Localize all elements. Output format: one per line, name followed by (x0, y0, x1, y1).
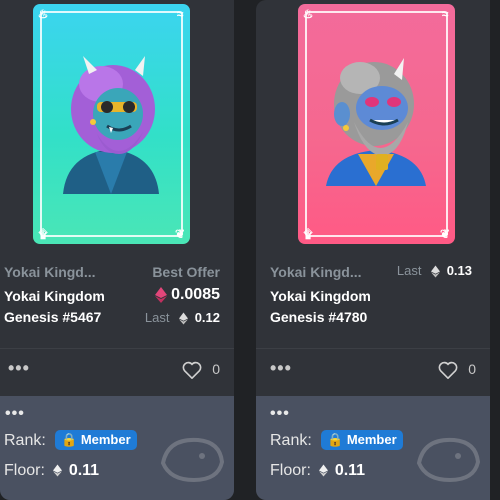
floor-label: Floor: (4, 462, 45, 479)
floor: Floor: 0.11 (4, 462, 99, 480)
card-footer: ••• Rank: 🔒 Member Floor: 0.11 (0, 396, 234, 500)
wave-icon: ≈ (176, 7, 184, 21)
whale-icon (416, 437, 481, 483)
fire-icon: ♨ (302, 7, 314, 21)
floor-label: Floor: (270, 462, 311, 479)
floor-value: 0.11 (68, 462, 100, 479)
rank-label: Rank: (270, 432, 312, 449)
ethereum-icon (431, 265, 441, 278)
leaf-icon: ❦ (439, 227, 451, 241)
last-sale: Last 0.13 (397, 263, 472, 278)
floor: Floor: 0.11 (270, 462, 365, 480)
nft-name[interactable]: Yokai Kingdom Genesis #5467 (4, 286, 134, 328)
ethereum-icon (319, 464, 329, 477)
favorite-button[interactable]: 0 (438, 361, 476, 380)
whale-icon (160, 437, 225, 483)
heart-icon (182, 362, 202, 380)
divider (256, 348, 490, 349)
swirl-icon: ۩ (38, 227, 48, 241)
last-sale-value: 0.12 (194, 310, 220, 325)
floor-value: 0.11 (334, 462, 366, 479)
last-sale: Last 0.12 (145, 310, 220, 325)
fire-icon: ♨ (37, 7, 49, 21)
more-icon[interactable]: ••• (270, 359, 292, 377)
last-sale-value: 0.13 (446, 263, 472, 278)
member-badge-label: Member (80, 432, 131, 447)
more-icon[interactable]: ••• (270, 406, 290, 422)
last-sale-label: Last (144, 310, 170, 325)
favorite-count: 0 (468, 361, 476, 377)
last-sale-label: Last (396, 263, 422, 278)
heart-icon (438, 362, 458, 380)
ethereum-icon (154, 286, 167, 303)
card-footer: ••• Rank: 🔒 Member Floor: 0.11 (256, 396, 490, 500)
divider (0, 348, 234, 349)
favorite-button[interactable]: 0 (182, 361, 220, 380)
best-offer-label: Best Offer (152, 264, 220, 280)
best-offer-value: 0.0085 (171, 286, 220, 303)
more-icon[interactable]: ••• (5, 406, 25, 422)
member-badge-label: Member (346, 432, 397, 447)
card-info: Yokai Kingd... Yokai Kingdom Genesis #47… (256, 258, 490, 348)
best-offer-price: 0.0085 (154, 286, 220, 304)
more-icon[interactable]: ••• (8, 359, 30, 377)
ethereum-icon (53, 464, 63, 477)
art-frame (40, 11, 183, 237)
member-badge[interactable]: 🔒 Member (321, 430, 403, 450)
nft-card[interactable]: ♨ ≈ ۩ ❦ Yokai Kingd... Yokai Kingdom Gen… (256, 0, 490, 500)
ethereum-icon (179, 312, 189, 325)
wave-icon: ≈ (441, 7, 449, 21)
nft-card[interactable]: ♨ ≈ ۩ ❦ Yokai Kingd... Yokai Kingdom Gen… (0, 0, 234, 500)
nft-artwork[interactable]: ♨ ≈ ۩ ❦ (298, 4, 455, 244)
favorite-count: 0 (212, 361, 220, 377)
member-badge[interactable]: 🔒 Member (55, 430, 137, 450)
lock-icon: 🔒 (327, 432, 344, 447)
nft-name[interactable]: Yokai Kingdom Genesis #4780 (270, 286, 400, 328)
card-info: Yokai Kingd... Yokai Kingdom Genesis #54… (0, 258, 234, 348)
art-frame (305, 11, 448, 237)
lock-icon: 🔒 (61, 432, 78, 447)
collection-name[interactable]: Yokai Kingd... (4, 264, 96, 280)
card-actions: ••• 0 (256, 355, 490, 389)
rank-label: Rank: (4, 432, 46, 449)
leaf-icon: ❦ (174, 227, 186, 241)
card-actions: ••• 0 (0, 355, 234, 389)
nft-artwork[interactable]: ♨ ≈ ۩ ❦ (33, 4, 190, 244)
collection-name[interactable]: Yokai Kingd... (270, 264, 362, 280)
swirl-icon: ۩ (303, 227, 313, 241)
